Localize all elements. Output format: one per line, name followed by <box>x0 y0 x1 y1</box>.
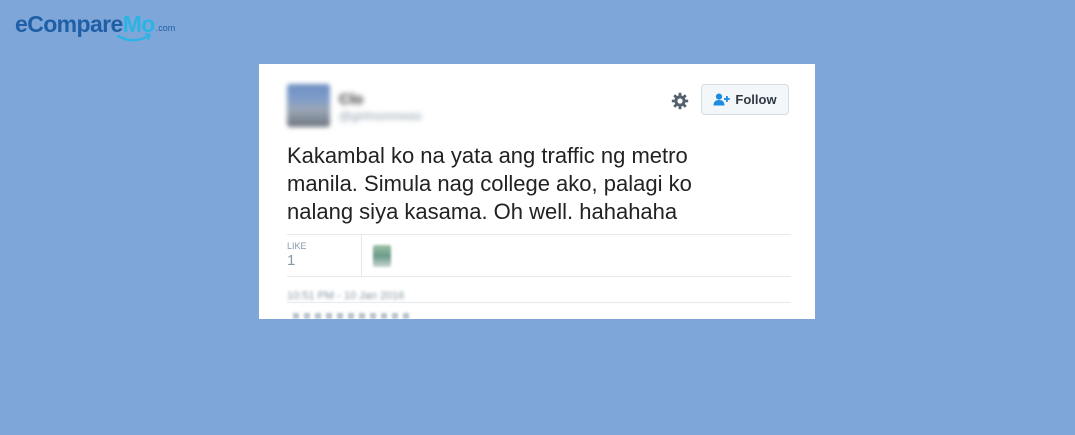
gear-icon <box>671 92 689 110</box>
author-handle[interactable]: @girlmomnews <box>339 109 422 123</box>
like-stat[interactable]: LIKE 1 <box>287 235 362 276</box>
logo-swoosh-icon <box>116 33 151 42</box>
ecomparemo-logo[interactable]: eCompare Mo .com <box>15 11 176 42</box>
logo-text-accent: Mo <box>116 13 155 42</box>
tweet-card: Clo @girlmomnews Follow Kakambal ko na y… <box>259 64 815 319</box>
follow-button[interactable]: Follow <box>701 84 789 115</box>
author-avatar[interactable] <box>287 84 330 127</box>
liker-avatar[interactable] <box>373 245 391 267</box>
add-user-icon <box>713 93 731 106</box>
stats-bottom-divider <box>287 276 791 277</box>
logo-text-suffix: .com <box>155 23 176 33</box>
settings-button[interactable] <box>670 91 690 111</box>
follow-button-label: Follow <box>735 92 777 107</box>
like-count: 1 <box>287 252 296 269</box>
author-name[interactable]: Clo <box>339 91 363 108</box>
actions-divider <box>287 302 791 303</box>
logo-text-main: eCompare <box>15 11 123 37</box>
truncated-actions-row <box>293 313 413 319</box>
tweet-text: Kakambal ko na yata ang traffic ng metro… <box>287 143 692 224</box>
stats-top-divider <box>287 234 791 235</box>
like-label: LIKE <box>287 241 307 251</box>
tweet-timestamp[interactable]: 10:51 PM - 10 Jan 2016 <box>287 290 404 302</box>
